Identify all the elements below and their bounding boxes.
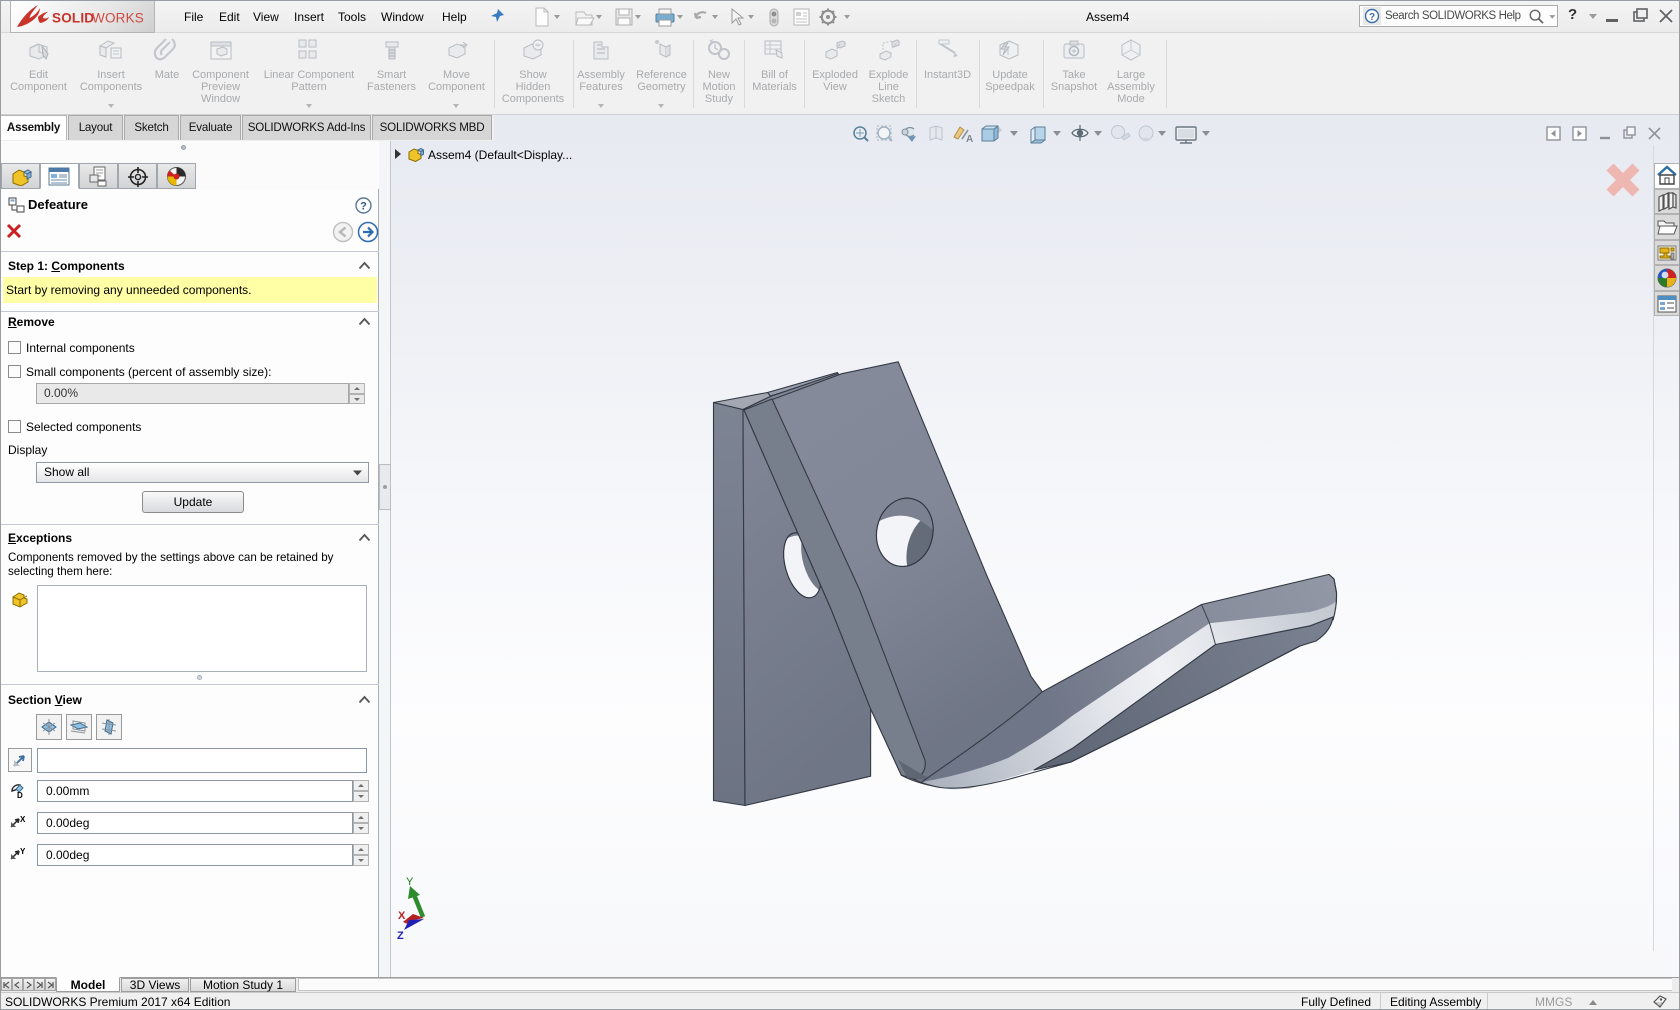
svg-text:Z: Z — [397, 930, 404, 942]
svg-text:D: D — [17, 791, 23, 800]
svg-text:?: ? — [360, 201, 367, 213]
svg-text:X: X — [398, 910, 406, 922]
svg-text:?: ? — [1369, 12, 1375, 23]
svg-text:X: X — [20, 815, 26, 824]
svg-text:Y: Y — [20, 847, 26, 856]
svg-text:SOLID: SOLID — [52, 11, 94, 26]
svg-text:A: A — [966, 134, 973, 145]
svg-text:WORKS: WORKS — [92, 11, 144, 26]
